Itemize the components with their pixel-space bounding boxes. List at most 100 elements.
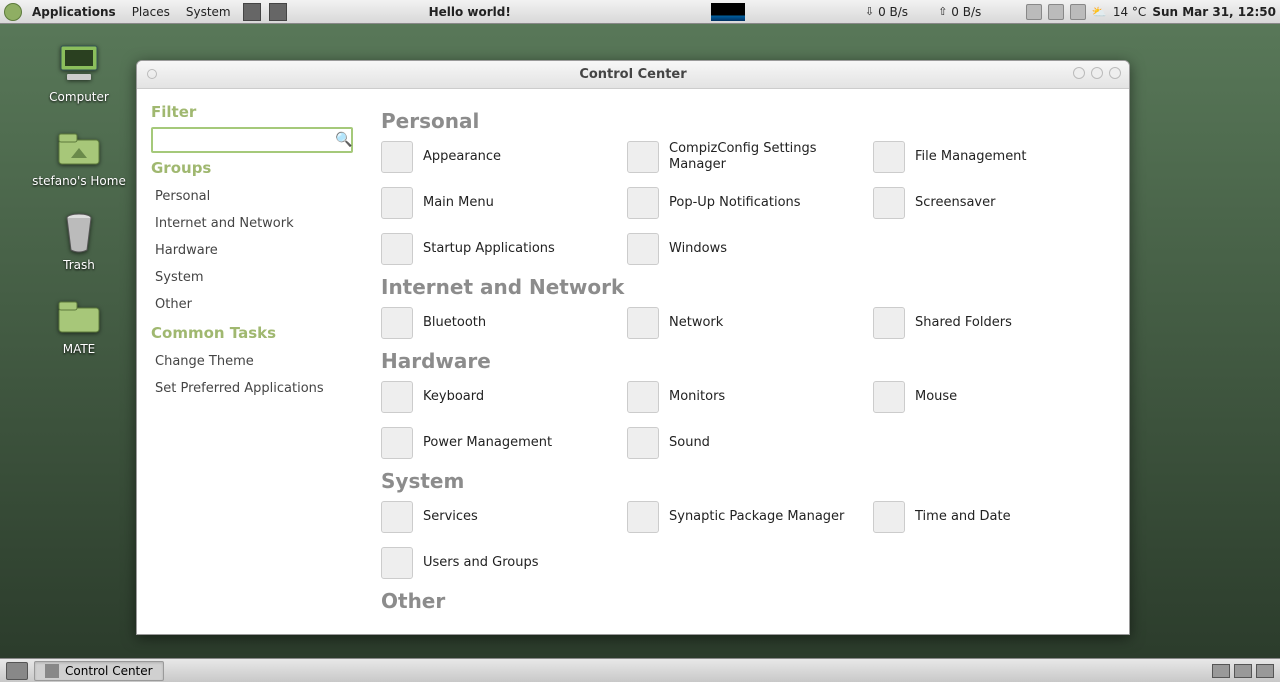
shared-icon [873, 307, 905, 339]
control-item-label: Pop-Up Notifications [669, 195, 801, 211]
control-item-label: Keyboard [423, 389, 484, 405]
sidebar: Filter 🔍 Groups PersonalInternet and Net… [137, 89, 367, 634]
control-item-screensaver[interactable]: Screensaver [873, 187, 1109, 219]
clock[interactable]: Sun Mar 31, 12:50 [1152, 5, 1276, 19]
sidebar-group-link[interactable]: Hardware [151, 237, 353, 264]
control-item-users[interactable]: Users and Groups [381, 547, 617, 579]
control-item-mouse[interactable]: Mouse [873, 381, 1109, 413]
content-area[interactable]: Personal Appearance CompizConfig Settings … [367, 89, 1129, 634]
folder-icon [55, 292, 103, 340]
indicator-icon[interactable] [1048, 4, 1064, 20]
control-item-label: Sound [669, 435, 710, 451]
show-desktop-icon[interactable] [6, 662, 28, 680]
window-close-icon[interactable] [147, 69, 157, 79]
taskbar-item-control-center[interactable]: Control Center [34, 661, 164, 681]
titlebar[interactable]: Control Center [137, 61, 1129, 89]
control-item-label: Shared Folders [915, 315, 1012, 331]
control-item-label: Synaptic Package Manager [669, 509, 844, 525]
control-item-label: CompizConfig Settings Manager [669, 141, 863, 172]
control-item-label: Appearance [423, 149, 501, 165]
section-heading: Personal [381, 109, 1109, 133]
filter-heading: Filter [151, 103, 353, 121]
volume-icon[interactable] [1026, 4, 1042, 20]
distro-logo-icon[interactable] [4, 3, 22, 21]
control-item-keyboard[interactable]: Keyboard [381, 381, 617, 413]
control-item-windows[interactable]: Windows [627, 233, 863, 265]
control-item-time[interactable]: Time and Date [873, 501, 1109, 533]
control-item-appearance[interactable]: Appearance [381, 141, 617, 173]
menu-system[interactable]: System [180, 5, 237, 19]
search-icon[interactable]: 🔍 [335, 132, 352, 148]
indicator-icon[interactable] [1070, 4, 1086, 20]
desktop-icon-trash[interactable]: Trash [55, 208, 103, 272]
sidebar-task-link[interactable]: Change Theme [151, 348, 353, 375]
control-item-compiz[interactable]: CompizConfig Settings Manager [627, 141, 863, 173]
section-heading: Internet and Network [381, 275, 1109, 299]
menu-places[interactable]: Places [126, 5, 176, 19]
control-item-sound[interactable]: Sound [627, 427, 863, 459]
control-item-network[interactable]: Network [627, 307, 863, 339]
net-up-indicator: ⇧ 0 B/s [938, 5, 981, 19]
windows-icon [627, 233, 659, 265]
system-monitor-icon[interactable] [711, 3, 745, 21]
bottom-panel: Control Center [0, 658, 1280, 682]
control-item-startup[interactable]: Startup Applications [381, 233, 617, 265]
trash-applet-icon[interactable] [1212, 664, 1230, 678]
net-down-value: 0 B/s [878, 5, 908, 19]
menu-applications[interactable]: Applications [26, 5, 122, 19]
control-item-file[interactable]: File Management [873, 141, 1109, 173]
control-item-shared[interactable]: Shared Folders [873, 307, 1109, 339]
desktop-icon-label: stefano's Home [32, 174, 126, 188]
sidebar-group-link[interactable]: Other [151, 291, 353, 318]
desktop-icon-computer[interactable]: Computer [49, 40, 109, 104]
mainmenu-icon [381, 187, 413, 219]
desktop-icon-home[interactable]: stefano's Home [32, 124, 126, 188]
panel-launcher-icon[interactable] [269, 3, 287, 21]
control-item-power[interactable]: Power Management [381, 427, 617, 459]
time-icon [873, 501, 905, 533]
net-up-value: 0 B/s [951, 5, 981, 19]
control-item-services[interactable]: Services [381, 501, 617, 533]
control-item-label: Startup Applications [423, 241, 555, 257]
weather-icon: ⛅ [1092, 5, 1107, 19]
popup-icon [627, 187, 659, 219]
window-close-icon[interactable] [1109, 67, 1121, 79]
control-center-window: Control Center Filter 🔍 Groups PersonalI… [136, 60, 1130, 635]
control-item-mainmenu[interactable]: Main Menu [381, 187, 617, 219]
control-item-popup[interactable]: Pop-Up Notifications [627, 187, 863, 219]
window-minimize-icon[interactable] [1073, 67, 1085, 79]
workspace-switcher-icon[interactable] [1256, 664, 1274, 678]
compiz-icon [627, 141, 659, 173]
control-item-label: Users and Groups [423, 555, 538, 571]
control-item-monitors[interactable]: Monitors [627, 381, 863, 413]
control-item-label: Bluetooth [423, 315, 486, 331]
sidebar-group-link[interactable]: Personal [151, 183, 353, 210]
panel-launcher-icon[interactable] [243, 3, 261, 21]
control-item-label: Power Management [423, 435, 552, 451]
mouse-icon [873, 381, 905, 413]
network-icon [627, 307, 659, 339]
keyboard-icon [381, 381, 413, 413]
filter-box: 🔍 [151, 127, 353, 153]
control-item-label: Monitors [669, 389, 725, 405]
section-heading: Hardware [381, 349, 1109, 373]
window-maximize-icon[interactable] [1091, 67, 1103, 79]
groups-heading: Groups [151, 159, 353, 177]
control-item-bluetooth[interactable]: Bluetooth [381, 307, 617, 339]
sidebar-task-link[interactable]: Set Preferred Applications [151, 375, 353, 402]
sound-icon [627, 427, 659, 459]
sidebar-group-link[interactable]: Internet and Network [151, 210, 353, 237]
control-item-label: Network [669, 315, 723, 331]
desktop-icon-label: Computer [49, 90, 109, 104]
workspace-switcher-icon[interactable] [1234, 664, 1252, 678]
desktop-icon-label: Trash [63, 258, 95, 272]
window-title: Control Center [579, 67, 686, 82]
synaptic-icon [627, 501, 659, 533]
common-tasks-heading: Common Tasks [151, 324, 353, 342]
control-item-label: File Management [915, 149, 1027, 165]
task-label: Control Center [65, 664, 153, 678]
control-item-synaptic[interactable]: Synaptic Package Manager [627, 501, 863, 533]
filter-input[interactable] [153, 133, 335, 148]
desktop-icon-mate[interactable]: MATE [55, 292, 103, 356]
sidebar-group-link[interactable]: System [151, 264, 353, 291]
